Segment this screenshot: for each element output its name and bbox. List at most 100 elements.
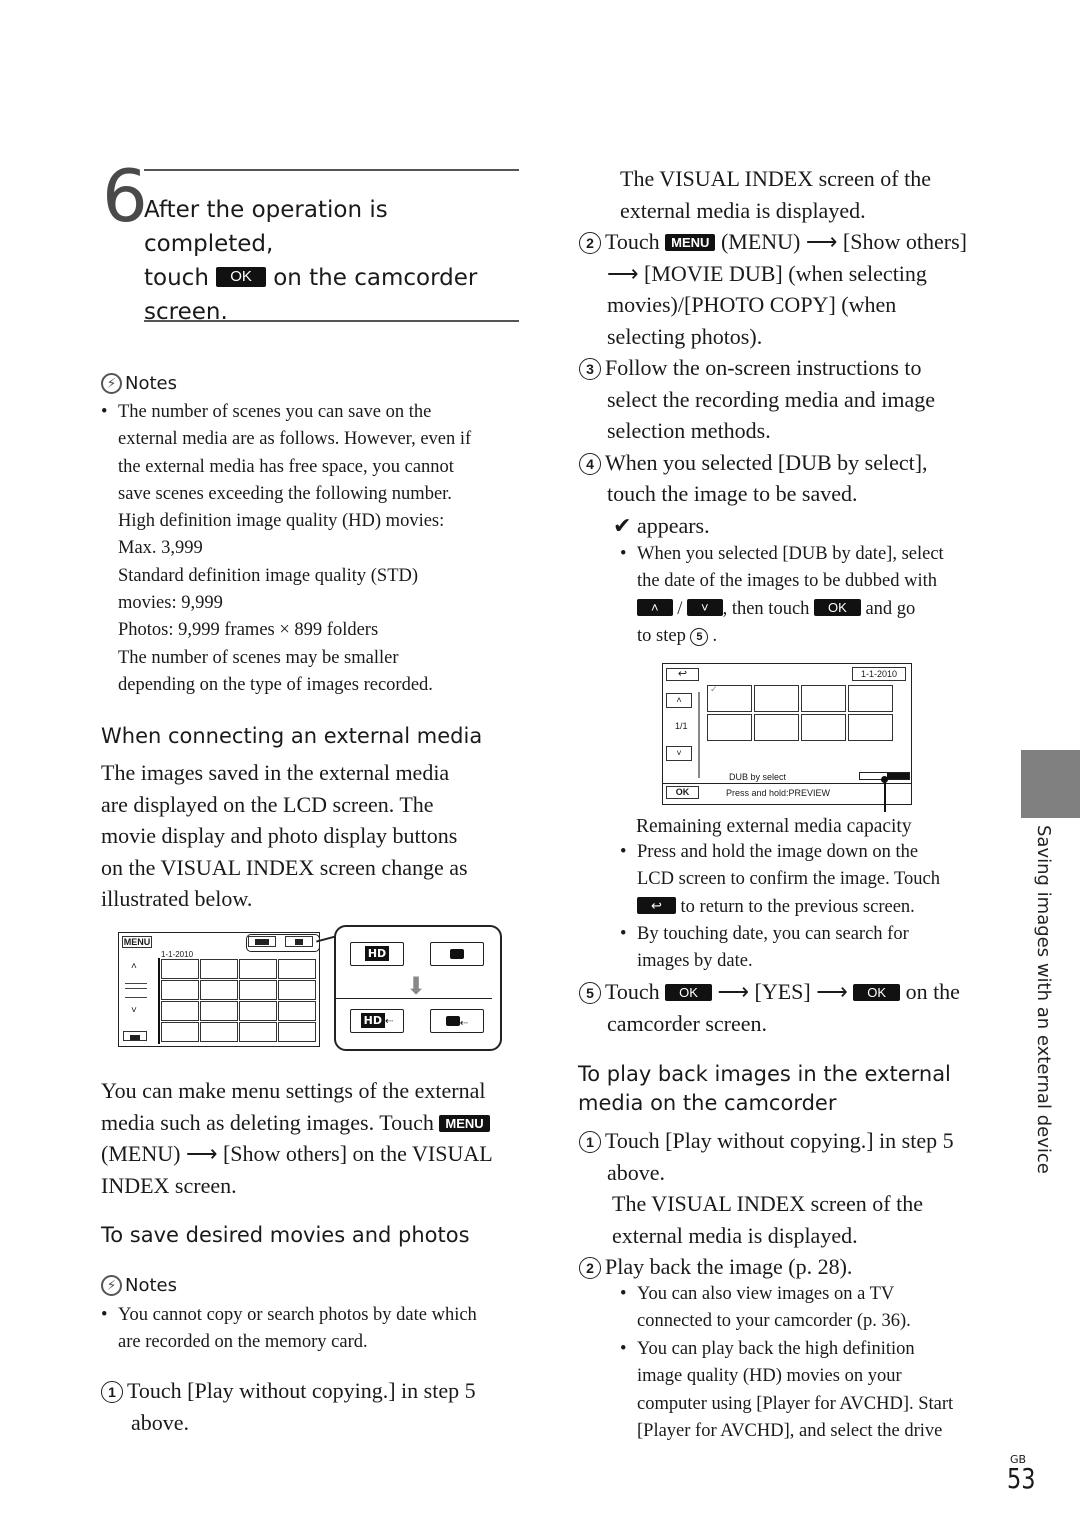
dub-select-screen-illustration: ↩ 1-1-2010 ˄ 1/1 ˅ ✓ DUB by select OK Pr…: [662, 663, 912, 805]
heading-line: To play back images in the external: [578, 1062, 951, 1086]
thumbnail-cell: [200, 1001, 238, 1021]
checkmark-icon: ✔: [613, 512, 632, 538]
down-arrow-icon: ⬇: [406, 974, 427, 1000]
note-item: You can play back the high definition im…: [620, 1336, 1000, 1445]
scroll-lines-icon: [125, 983, 147, 998]
note-line: Press and hold the image down on the: [637, 842, 919, 862]
step-6-text: After the operation is completed, touch …: [144, 193, 524, 329]
para-line: external media is displayed.: [612, 1222, 858, 1248]
thumbnail-cell: [707, 714, 752, 741]
note-line: You can play back the high definition: [637, 1339, 915, 1359]
ok-key-icon: OK: [814, 598, 861, 616]
preview-hint: Press and hold:PREVIEW: [726, 788, 831, 798]
date-label: 1-1-2010: [161, 950, 194, 959]
text: (MENU) ⟶ [Show others]: [720, 229, 967, 254]
hd-icon: HD: [364, 946, 390, 961]
para-line: media such as deleting images. Touch MEN…: [101, 1107, 531, 1139]
step-5: 5 Touch OK ⟶ [YES] ⟶ OK on the camcorder …: [579, 976, 999, 1039]
thumbnail-cell: [278, 959, 316, 979]
notes-warning-icon: ⚡: [101, 373, 122, 394]
selected-check-icon: ✓: [710, 684, 718, 694]
step-circle-icon: 3: [579, 358, 601, 380]
step-line: 1 Touch [Play without copying.] in step 5: [579, 1125, 999, 1157]
hd-usb-icon: HD: [360, 1013, 385, 1028]
para-line: are displayed on the LCD screen. The: [101, 791, 434, 817]
step-circle-icon: 1: [579, 1131, 601, 1153]
up-key-icon: ˄: [637, 598, 673, 616]
text: on the camcorder: [273, 265, 478, 291]
step-4: 4 When you selected [DUB by select],: [579, 447, 999, 479]
thumbnail-cell: [278, 1001, 316, 1021]
ok-button: OK: [666, 786, 699, 799]
note-line: are recorded on the memory card.: [118, 1332, 368, 1353]
note-line: The number of scenes may be smaller: [118, 647, 399, 668]
ok-key-icon: OK: [853, 984, 901, 1001]
section-heading-connect: When connecting an external media: [101, 724, 483, 748]
note-line: When you selected [DUB by date], select: [637, 544, 944, 564]
thumbnail-cell: ✓: [707, 684, 752, 712]
note-line: [Player for AVCHD], and select the drive: [637, 1420, 943, 1441]
step-line: 2 Play back the image (p. 28).: [579, 1251, 999, 1283]
step-ref-circle-icon: 5: [690, 627, 709, 646]
text: media such as deleting images. Touch: [101, 1109, 434, 1135]
bullet-dub-by-date: • When you selected [DUB by date], selec…: [620, 541, 1000, 650]
step-line: touch OK on the camcorder: [144, 261, 524, 295]
callout-dot: [881, 776, 888, 783]
step-line: After the operation is completed,: [144, 197, 388, 257]
step-line: above.: [607, 1159, 666, 1185]
ok-button-icon: OK: [216, 267, 266, 287]
notes-warning-icon: ⚡: [101, 1275, 122, 1296]
text: Play back the image (p. 28).: [605, 1254, 853, 1279]
notes-heading: ⚡ Notes: [101, 1275, 177, 1296]
down-arrow-icon: ˅: [131, 1005, 137, 1016]
text: /: [677, 598, 683, 619]
thumbnail-cell: [278, 1022, 316, 1042]
back-key-icon: ↩: [637, 896, 676, 914]
usb-icon: ⇠: [459, 1018, 469, 1029]
thumbnail-cell: [754, 685, 799, 712]
divider: [663, 783, 911, 784]
step-circle-icon: 5: [579, 982, 601, 1004]
photo-usb-button: ⇠: [430, 1009, 484, 1033]
note-item: Press and hold the image down on the LCD…: [620, 839, 1000, 921]
step-circle-icon: 1: [101, 1381, 123, 1403]
text: touch: [144, 265, 209, 291]
usb-icon: ⇠: [384, 1016, 394, 1027]
note-item: By touching date, you can search for ima…: [620, 921, 1000, 976]
para-line: selection methods.: [607, 418, 771, 443]
note-line: to step 5.: [637, 625, 718, 646]
note-item: When you selected [DUB by date], select …: [620, 541, 1000, 650]
note-item: You can also view images on a TV connect…: [620, 1281, 1000, 1336]
chapter-label: Saving images with an external device: [1033, 825, 1054, 1174]
step-line: 1 Touch [Play without copying.] in step 5: [101, 1375, 531, 1407]
note-line: You can also view images on a TV: [637, 1284, 895, 1304]
menu-button: MENU: [122, 936, 152, 948]
thumbnail-cell: [239, 959, 277, 979]
note-line: Max. 3,999: [118, 538, 203, 559]
back-button: ↩: [666, 668, 699, 681]
bullet: •: [620, 842, 627, 862]
text: on the: [905, 979, 960, 1004]
step-number: 6: [102, 154, 148, 238]
bullet-preview: • Press and hold the image down on the L…: [620, 839, 1000, 921]
step-line: above.: [131, 1409, 190, 1435]
thumbnail-cell: [161, 1001, 199, 1021]
menu-key-icon: MENU: [439, 1114, 490, 1132]
text: Touch [Play without copying.] in step 5: [605, 1128, 954, 1153]
camera-icon: [445, 1016, 460, 1026]
note-line: save scenes exceeding the following numb…: [118, 483, 452, 504]
thumbnail-cell: [239, 980, 277, 1000]
thumbnail-cell: [848, 685, 893, 712]
thumbnail-cell: [200, 959, 238, 979]
bullet-date-search: • By touching date, you can search for i…: [620, 921, 1000, 976]
text: and go: [865, 598, 916, 619]
bullet-tv: • You can also view images on a TV conne…: [620, 1281, 1000, 1336]
note-line: You cannot copy or search photos by date…: [118, 1305, 477, 1325]
note-line: movies: 9,999: [118, 593, 223, 614]
note-line: Standard definition image quality (STD): [118, 565, 419, 586]
bullet: •: [620, 1339, 627, 1359]
step-circle-icon: 4: [579, 452, 601, 475]
bullet: •: [620, 544, 627, 564]
capacity-bar-fill: [886, 773, 909, 779]
ok-key-icon: OK: [665, 984, 712, 1001]
